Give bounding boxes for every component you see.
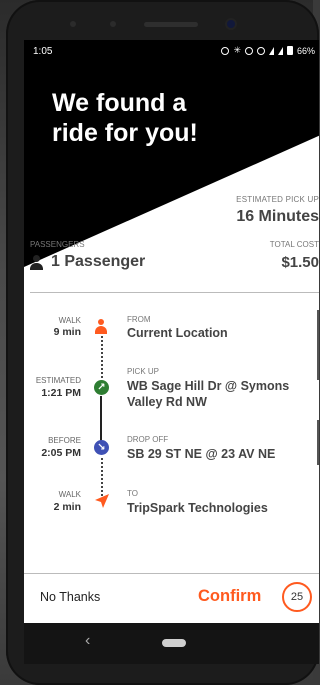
sensor-dot — [70, 21, 76, 27]
stop-meta-value: 2:05 PM — [41, 447, 81, 459]
passengers-row: 1 Passenger — [30, 253, 145, 271]
front-camera — [227, 20, 235, 28]
stop-value: TripSpark Technologies — [127, 501, 268, 515]
status-bar: 1:05 ✳ 66% — [24, 40, 319, 62]
stop-label: FROM — [127, 315, 151, 324]
status-icons: ✳ 66% — [221, 45, 315, 56]
stop-label: DROP OFF — [127, 435, 169, 444]
hero-title-line: ride for you! — [52, 119, 198, 147]
confirm-button[interactable]: Confirm — [198, 587, 261, 606]
home-pill-icon[interactable] — [162, 639, 186, 647]
action-bar: No Thanks Confirm 25 — [24, 573, 319, 624]
edge-marker — [317, 310, 319, 380]
hero-title: We found a ride for you! — [52, 88, 292, 148]
battery-icon — [286, 46, 293, 55]
stop-meta-label: WALK — [58, 490, 81, 499]
bluetooth-icon: ✳ — [233, 45, 241, 55]
ride-connector — [100, 396, 102, 442]
phone-frame: 1:05 ✳ 66% We found a ride for you! ESTI… — [6, 0, 319, 685]
app-screen: 1:05 ✳ 66% We found a ride for you! ESTI… — [24, 40, 319, 664]
location-icon — [244, 46, 253, 55]
no-thanks-button[interactable]: No Thanks — [40, 590, 100, 604]
pickup-arrow-icon: ↗ — [94, 380, 109, 395]
stop-label: PICK UP — [127, 367, 160, 376]
navigation-arrow-icon — [95, 494, 109, 508]
walk-person-icon — [94, 319, 108, 335]
passengers-value: 1 Passenger — [51, 253, 146, 270]
sensor-dot — [110, 21, 116, 27]
signal-icon — [277, 46, 283, 55]
pickup-estimate-value: 16 Minutes — [236, 208, 319, 225]
countdown-timer: 25 — [282, 582, 312, 612]
hero-title-line: We found a — [52, 89, 187, 117]
total-cost-label: TOTAL COST — [269, 240, 319, 249]
stop-value: WB Sage Hill Dr @ Symons Valley Rd NW — [127, 379, 290, 409]
walk-connector — [101, 336, 103, 378]
system-nav-bar: ‹ — [24, 623, 319, 664]
person-icon — [30, 254, 43, 270]
passengers-label: PASSENGERS — [30, 240, 85, 249]
stop-meta-value: 9 min — [53, 326, 81, 338]
vibrate-icon — [256, 46, 265, 55]
stop-value: Current Location — [127, 326, 228, 340]
stop-meta-label: BEFORE — [48, 436, 81, 445]
alarm-icon — [221, 46, 230, 55]
stop-value: SB 29 ST NE @ 23 AV NE — [127, 447, 276, 461]
dropoff-arrow-icon: ↘ — [94, 440, 109, 455]
stop-meta-value: 2 min — [53, 501, 81, 513]
stop-meta-label: ESTIMATED — [35, 376, 81, 385]
speaker-grille — [144, 22, 198, 27]
stop-meta-label: WALK — [58, 316, 81, 325]
edge-marker — [317, 420, 319, 465]
back-icon[interactable]: ‹ — [85, 632, 90, 650]
wifi-icon — [268, 46, 274, 55]
walk-connector — [101, 458, 103, 496]
pickup-estimate-label: ESTIMATED PICK UP — [236, 195, 319, 204]
stop-label: TO — [127, 489, 138, 498]
section-divider — [30, 292, 319, 293]
total-cost-value: $1.50 — [281, 254, 319, 271]
status-time: 1:05 — [33, 46, 53, 57]
stop-meta-value: 1:21 PM — [41, 387, 81, 399]
battery-percent: 66% — [296, 45, 315, 56]
